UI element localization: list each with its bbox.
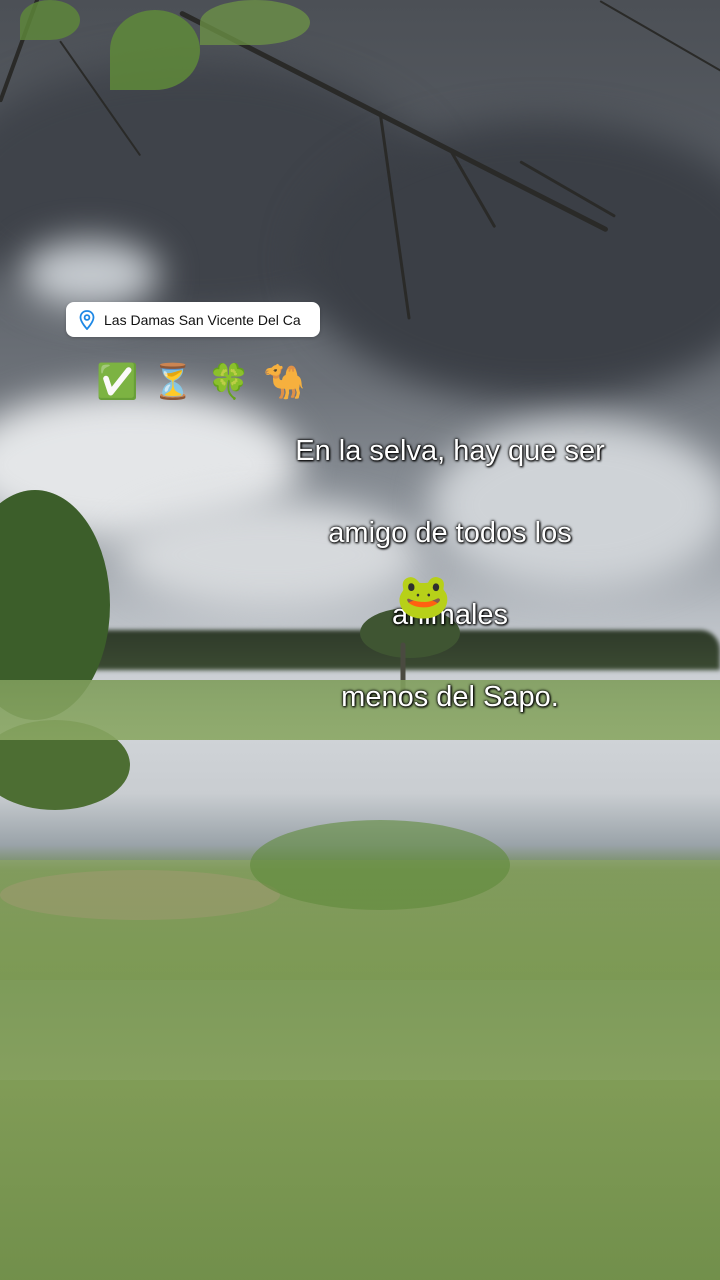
leaf-cluster — [20, 0, 80, 40]
caption-line: amigo de todos los — [328, 517, 572, 549]
location-pin-icon — [79, 309, 95, 330]
caption-line: menos del Sapo. — [341, 681, 559, 713]
hourglass-icon: ⏳ — [151, 363, 197, 401]
check-mark-button-icon: ✅ — [96, 363, 141, 401]
video-frame: Las Damas San Vicente Del Ca ✅ ⏳ 🍀 🐪 En … — [0, 0, 720, 1280]
four-leaf-clover-icon: 🍀 — [207, 363, 252, 401]
leaf-cluster — [110, 10, 200, 90]
location-sticker[interactable]: Las Damas San Vicente Del Ca — [66, 302, 320, 337]
palm-frond — [250, 820, 510, 910]
frog-face-icon: 🐸 — [396, 572, 451, 621]
leaf-cluster — [200, 0, 310, 45]
light-cloud — [20, 240, 160, 310]
tree-branch — [599, 0, 720, 72]
caption-line: En la selva, hay que ser — [295, 435, 605, 467]
dry-grass-patch — [0, 870, 280, 920]
location-label: Las Damas San Vicente Del Ca — [104, 311, 301, 328]
grass-field — [0, 1080, 720, 1280]
